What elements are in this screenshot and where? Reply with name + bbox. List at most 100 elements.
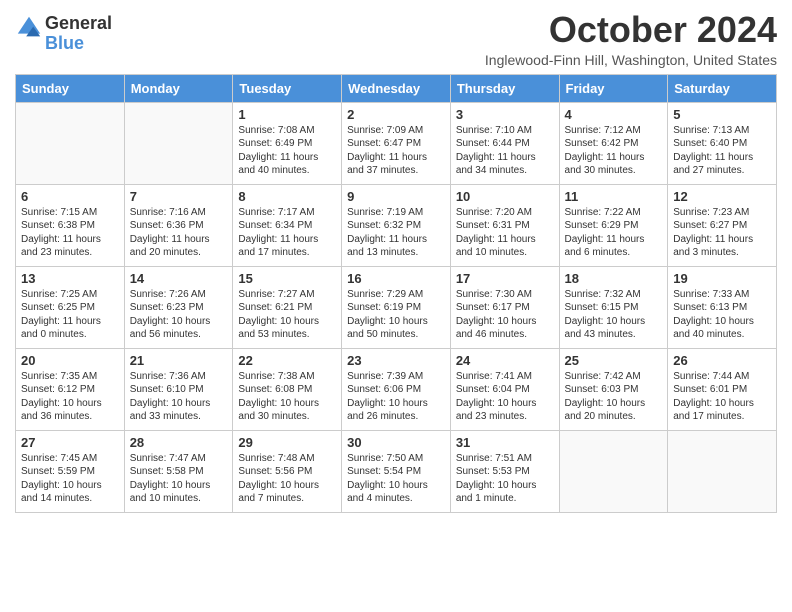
calendar-cell: 11Sunrise: 7:22 AM Sunset: 6:29 PM Dayli… xyxy=(559,184,668,266)
day-info: Sunrise: 7:20 AM Sunset: 6:31 PM Dayligh… xyxy=(456,206,554,260)
day-info: Sunrise: 7:51 AM Sunset: 5:53 PM Dayligh… xyxy=(456,452,554,506)
logo-general: General xyxy=(45,14,112,34)
calendar-cell: 10 Sunrise: 7:20 AM Sunset: 6:31 PM Dayli… xyxy=(450,184,559,266)
day-number: 11 xyxy=(565,189,663,204)
calendar-cell: 7 Sunrise: 7:16 AM Sunset: 6:36 PM Daylig… xyxy=(124,184,233,266)
day-info: Sunrise: 7:50 AM Sunset: 5:54 PM Dayligh… xyxy=(347,452,445,506)
day-number: 1 xyxy=(238,107,336,122)
header-cell-thursday: Thursday xyxy=(450,74,559,102)
day-number: 15 xyxy=(238,271,336,286)
day-info: Sunrise: 7:27 AM Sunset: 6:21 PM Dayligh… xyxy=(238,288,336,342)
day-info: Sunrise: 7:33 AM Sunset: 6:13 PM Dayligh… xyxy=(673,288,771,342)
day-number: 22 xyxy=(238,353,336,368)
logo: General Blue xyxy=(15,10,112,54)
calendar-cell: 29 Sunrise: 7:48 AM Sunset: 5:56 PM Dayli… xyxy=(233,430,342,512)
day-info: Sunrise: 7:16 AM Sunset: 6:36 PM Dayligh… xyxy=(130,206,228,260)
calendar-cell: 25 Sunrise: 7:42 AM Sunset: 6:03 PM Dayli… xyxy=(559,348,668,430)
day-info: Sunrise: 7:23 AM Sunset: 6:27 PM Dayligh… xyxy=(673,206,771,260)
day-number: 20 xyxy=(21,353,119,368)
day-number: 16 xyxy=(347,271,445,286)
day-info: Sunrise: 7:35 AM Sunset: 6:12 PM Dayligh… xyxy=(21,370,119,424)
day-number: 17 xyxy=(456,271,554,286)
calendar-cell xyxy=(124,102,233,184)
day-number: 12 xyxy=(673,189,771,204)
calendar-week-4: 20 Sunrise: 7:35 AM Sunset: 6:12 PM Dayli… xyxy=(16,348,777,430)
calendar-cell: 9Sunrise: 7:19 AM Sunset: 6:32 PM Daylig… xyxy=(342,184,451,266)
calendar-cell: 23Sunrise: 7:39 AM Sunset: 6:06 PM Dayli… xyxy=(342,348,451,430)
calendar-cell xyxy=(668,430,777,512)
day-number: 26 xyxy=(673,353,771,368)
calendar-cell xyxy=(16,102,125,184)
logo-blue: Blue xyxy=(45,34,112,54)
day-info: Sunrise: 7:10 AM Sunset: 6:44 PM Dayligh… xyxy=(456,124,554,178)
calendar-cell: 17 Sunrise: 7:30 AM Sunset: 6:17 PM Dayli… xyxy=(450,266,559,348)
header-cell-sunday: Sunday xyxy=(16,74,125,102)
calendar-cell: 6 Sunrise: 7:15 AM Sunset: 6:38 PM Daylig… xyxy=(16,184,125,266)
day-info: Sunrise: 7:09 AM Sunset: 6:47 PM Dayligh… xyxy=(347,124,445,178)
day-info: Sunrise: 7:36 AM Sunset: 6:10 PM Dayligh… xyxy=(130,370,228,424)
day-number: 9 xyxy=(347,189,445,204)
calendar-cell: 21 Sunrise: 7:36 AM Sunset: 6:10 PM Dayli… xyxy=(124,348,233,430)
calendar-cell: 1 Sunrise: 7:08 AM Sunset: 6:49 PM Daylig… xyxy=(233,102,342,184)
day-number: 6 xyxy=(21,189,119,204)
month-title: October 2024 xyxy=(485,10,777,50)
day-number: 19 xyxy=(673,271,771,286)
day-number: 21 xyxy=(130,353,228,368)
day-number: 4 xyxy=(565,107,663,122)
day-number: 23 xyxy=(347,353,445,368)
calendar-cell: 5 Sunrise: 7:13 AM Sunset: 6:40 PM Daylig… xyxy=(668,102,777,184)
calendar-week-3: 13 Sunrise: 7:25 AM Sunset: 6:25 PM Dayli… xyxy=(16,266,777,348)
day-info: Sunrise: 7:44 AM Sunset: 6:01 PM Dayligh… xyxy=(673,370,771,424)
day-number: 29 xyxy=(238,435,336,450)
calendar-cell: 16 Sunrise: 7:29 AM Sunset: 6:19 PM Dayli… xyxy=(342,266,451,348)
calendar-cell: 3 Sunrise: 7:10 AM Sunset: 6:44 PM Daylig… xyxy=(450,102,559,184)
calendar-cell: 27Sunrise: 7:45 AM Sunset: 5:59 PM Dayli… xyxy=(16,430,125,512)
day-number: 3 xyxy=(456,107,554,122)
header-cell-tuesday: Tuesday xyxy=(233,74,342,102)
calendar-cell: 31Sunrise: 7:51 AM Sunset: 5:53 PM Dayli… xyxy=(450,430,559,512)
calendar-cell: 26 Sunrise: 7:44 AM Sunset: 6:01 PM Dayli… xyxy=(668,348,777,430)
calendar-cell: 13 Sunrise: 7:25 AM Sunset: 6:25 PM Dayli… xyxy=(16,266,125,348)
day-info: Sunrise: 7:42 AM Sunset: 6:03 PM Dayligh… xyxy=(565,370,663,424)
calendar-week-5: 27Sunrise: 7:45 AM Sunset: 5:59 PM Dayli… xyxy=(16,430,777,512)
calendar-cell: 15 Sunrise: 7:27 AM Sunset: 6:21 PM Dayli… xyxy=(233,266,342,348)
day-info: Sunrise: 7:30 AM Sunset: 6:17 PM Dayligh… xyxy=(456,288,554,342)
day-number: 25 xyxy=(565,353,663,368)
day-info: Sunrise: 7:17 AM Sunset: 6:34 PM Dayligh… xyxy=(238,206,336,260)
day-info: Sunrise: 7:08 AM Sunset: 6:49 PM Dayligh… xyxy=(238,124,336,178)
day-number: 14 xyxy=(130,271,228,286)
header-cell-saturday: Saturday xyxy=(668,74,777,102)
day-number: 18 xyxy=(565,271,663,286)
calendar-cell: 2Sunrise: 7:09 AM Sunset: 6:47 PM Daylig… xyxy=(342,102,451,184)
day-info: Sunrise: 7:32 AM Sunset: 6:15 PM Dayligh… xyxy=(565,288,663,342)
day-info: Sunrise: 7:48 AM Sunset: 5:56 PM Dayligh… xyxy=(238,452,336,506)
day-info: Sunrise: 7:29 AM Sunset: 6:19 PM Dayligh… xyxy=(347,288,445,342)
calendar-cell xyxy=(559,430,668,512)
day-info: Sunrise: 7:15 AM Sunset: 6:38 PM Dayligh… xyxy=(21,206,119,260)
logo-icon xyxy=(15,14,43,42)
calendar-cell: 19 Sunrise: 7:33 AM Sunset: 6:13 PM Dayli… xyxy=(668,266,777,348)
location: Inglewood-Finn Hill, Washington, United … xyxy=(485,52,777,68)
day-number: 5 xyxy=(673,107,771,122)
calendar-cell: 8 Sunrise: 7:17 AM Sunset: 6:34 PM Daylig… xyxy=(233,184,342,266)
day-number: 7 xyxy=(130,189,228,204)
calendar-cell: 4Sunrise: 7:12 AM Sunset: 6:42 PM Daylig… xyxy=(559,102,668,184)
day-info: Sunrise: 7:25 AM Sunset: 6:25 PM Dayligh… xyxy=(21,288,119,342)
day-number: 13 xyxy=(21,271,119,286)
day-number: 28 xyxy=(130,435,228,450)
title-block: October 2024 Inglewood-Finn Hill, Washin… xyxy=(485,10,777,68)
day-info: Sunrise: 7:26 AM Sunset: 6:23 PM Dayligh… xyxy=(130,288,228,342)
day-number: 24 xyxy=(456,353,554,368)
day-number: 8 xyxy=(238,189,336,204)
header-cell-friday: Friday xyxy=(559,74,668,102)
header-cell-wednesday: Wednesday xyxy=(342,74,451,102)
calendar-week-2: 6 Sunrise: 7:15 AM Sunset: 6:38 PM Daylig… xyxy=(16,184,777,266)
day-info: Sunrise: 7:13 AM Sunset: 6:40 PM Dayligh… xyxy=(673,124,771,178)
logo-text: General Blue xyxy=(45,14,112,54)
calendar-cell: 22Sunrise: 7:38 AM Sunset: 6:08 PM Dayli… xyxy=(233,348,342,430)
day-info: Sunrise: 7:45 AM Sunset: 5:59 PM Dayligh… xyxy=(21,452,119,506)
header-cell-monday: Monday xyxy=(124,74,233,102)
calendar-cell: 28Sunrise: 7:47 AM Sunset: 5:58 PM Dayli… xyxy=(124,430,233,512)
day-info: Sunrise: 7:41 AM Sunset: 6:04 PM Dayligh… xyxy=(456,370,554,424)
day-number: 10 xyxy=(456,189,554,204)
